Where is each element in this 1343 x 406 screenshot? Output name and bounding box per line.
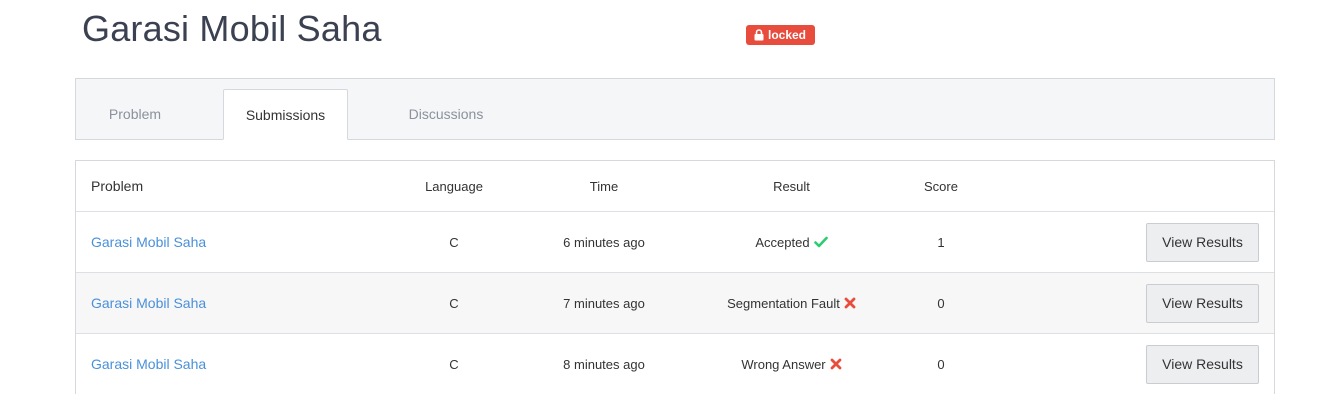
view-results-button[interactable]: View Results	[1146, 283, 1259, 323]
tab-bar: Problem Submissions Discussions	[75, 78, 1275, 140]
header-score: Score	[924, 178, 958, 194]
problem-link[interactable]: Garasi Mobil Saha	[91, 356, 206, 372]
score-cell: 0	[937, 356, 945, 372]
time-cell: 6 minutes ago	[563, 234, 645, 250]
time-cell: 7 minutes ago	[563, 295, 645, 311]
page-title: Garasi Mobil Saha	[82, 8, 382, 49]
language-cell: C	[449, 356, 459, 372]
header-result: Result	[773, 178, 810, 194]
language-cell: C	[449, 295, 459, 311]
result-cell: Segmentation Fault	[694, 273, 889, 333]
header-problem: Problem	[91, 178, 144, 194]
problem-link[interactable]: Garasi Mobil Saha	[91, 295, 206, 311]
time-cell: 8 minutes ago	[563, 356, 645, 372]
result-label: Accepted	[755, 234, 810, 250]
table-row: Garasi Mobil Saha C 7 minutes ago Segmen…	[76, 272, 1274, 333]
result-label: Segmentation Fault	[727, 295, 840, 311]
tab-problem[interactable]: Problem	[76, 89, 194, 139]
result-cell: Accepted	[694, 212, 889, 272]
table-row: Garasi Mobil Saha C 6 minutes ago Accept…	[76, 211, 1274, 272]
cross-icon	[844, 297, 856, 309]
language-cell: C	[449, 234, 459, 250]
table-row: Garasi Mobil Saha C 8 minutes ago Wrong …	[76, 333, 1274, 394]
score-cell: 0	[937, 295, 945, 311]
result-cell: Wrong Answer	[694, 334, 889, 394]
tab-discussions[interactable]: Discussions	[378, 89, 514, 139]
check-icon	[813, 236, 828, 248]
view-results-button[interactable]: View Results	[1146, 222, 1259, 262]
header-time: Time	[589, 178, 619, 194]
tab-submissions[interactable]: Submissions	[223, 89, 348, 140]
lock-icon	[754, 29, 764, 41]
problem-link[interactable]: Garasi Mobil Saha	[91, 234, 206, 250]
submissions-table: Problem Language Time Result Score Garas…	[75, 160, 1275, 394]
locked-badge: locked	[746, 25, 816, 45]
score-cell: 1	[937, 234, 945, 250]
cross-icon	[830, 358, 842, 370]
view-results-button[interactable]: View Results	[1146, 344, 1259, 384]
table-header-row: Problem Language Time Result Score	[76, 161, 1274, 211]
header-language: Language	[425, 178, 483, 194]
result-label: Wrong Answer	[741, 356, 826, 372]
locked-badge-label: locked	[768, 28, 807, 42]
